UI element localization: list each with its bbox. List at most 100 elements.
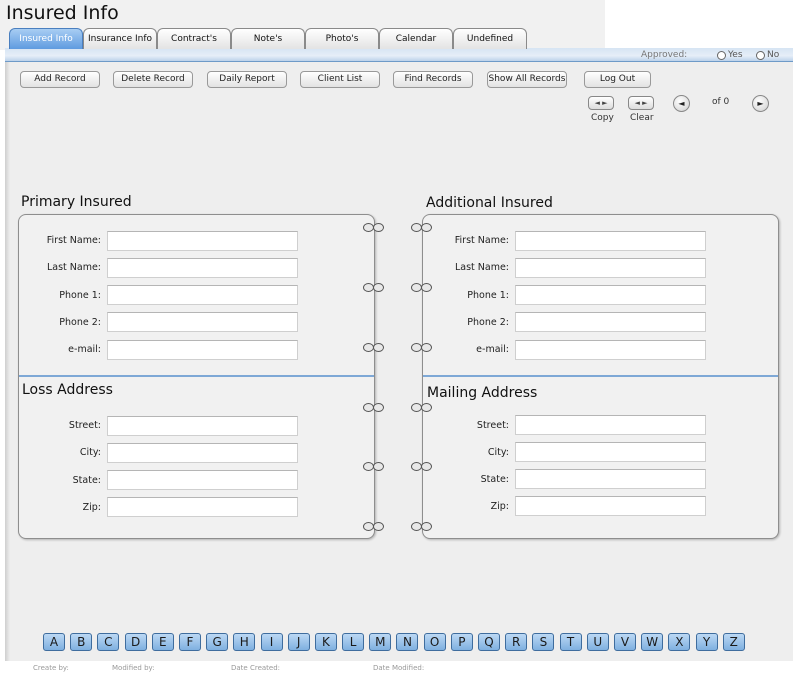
letter-button-f[interactable]: F	[178, 633, 201, 651]
tab-contracts[interactable]: Contract's	[157, 28, 231, 49]
letter-button-i[interactable]: I	[260, 633, 283, 651]
additional-phone2-label: Phone 2:	[467, 317, 509, 328]
date-created-label: Date Created:	[231, 664, 281, 672]
letter-button-n[interactable]: N	[396, 633, 419, 651]
radio-circle-icon	[717, 50, 726, 60]
primary-phone2-label: Phone 2:	[59, 317, 101, 328]
letter-button-u[interactable]: U	[586, 633, 609, 651]
mailing-zip-label: Zip:	[490, 501, 509, 512]
copy-label: Copy	[591, 113, 614, 123]
letter-button-x[interactable]: X	[668, 633, 691, 651]
mailing-city-input[interactable]	[515, 442, 706, 462]
letter-button-z[interactable]: Z	[722, 633, 745, 651]
additional-phone1-input[interactable]	[515, 285, 706, 305]
letter-button-v[interactable]: V	[613, 633, 636, 651]
letter-button-d[interactable]: D	[124, 633, 147, 651]
add-record-button[interactable]: Add Record	[20, 71, 100, 88]
log-out-button[interactable]: Log Out	[584, 71, 651, 88]
daily-report-button[interactable]: Daily Report	[207, 71, 287, 88]
tab-undefined[interactable]: Undefined	[453, 28, 527, 49]
primary-phone1-label: Phone 1:	[59, 290, 101, 301]
alphabet-filter: A B C D E F G H I J K L M N O P Q R S T …	[43, 633, 750, 651]
tab-photos[interactable]: Photo's	[305, 28, 379, 49]
mailing-state-input[interactable]	[515, 469, 706, 489]
date-modified-label: Date Modified:	[373, 664, 425, 672]
additional-last-name-input[interactable]	[515, 258, 706, 278]
letter-button-a[interactable]: A	[43, 633, 65, 651]
letter-button-c[interactable]: C	[97, 633, 120, 651]
client-list-button[interactable]: Client List	[300, 71, 380, 88]
primary-email-label: e-mail:	[68, 344, 101, 355]
letter-button-l[interactable]: L	[342, 633, 365, 651]
clear-arrows-button[interactable]: ◄ ►	[628, 96, 654, 110]
letter-button-q[interactable]: Q	[478, 633, 500, 651]
additional-email-input[interactable]	[515, 340, 706, 360]
loss-city-input[interactable]	[107, 443, 298, 463]
letter-button-e[interactable]: E	[151, 633, 174, 651]
loss-street-label: Street:	[68, 420, 101, 431]
primary-insured-title: Primary Insured	[21, 194, 132, 210]
binder-ring-icon	[363, 462, 385, 471]
letter-button-t[interactable]: T	[559, 633, 582, 651]
letter-button-j[interactable]: J	[287, 633, 310, 651]
letter-button-g[interactable]: G	[206, 633, 229, 651]
tab-notes[interactable]: Note's	[231, 28, 305, 49]
approved-yes-radio[interactable]: Yes	[717, 50, 743, 60]
letter-button-b[interactable]: B	[70, 633, 93, 651]
mailing-street-input[interactable]	[515, 415, 706, 435]
loss-city-label: City:	[79, 447, 101, 458]
loss-state-label: State:	[72, 475, 101, 486]
copy-arrows-button[interactable]: ◄ ►	[588, 96, 614, 110]
radio-circle-icon	[756, 50, 765, 60]
letter-button-s[interactable]: S	[532, 633, 555, 651]
binder-ring-icon	[363, 522, 385, 531]
additional-first-name-input[interactable]	[515, 231, 706, 251]
letter-button-w[interactable]: W	[641, 633, 664, 651]
approved-no-label: No	[767, 50, 780, 60]
loss-state-input[interactable]	[107, 470, 298, 490]
content-left-shadow	[5, 48, 10, 661]
binder-ring-icon	[363, 403, 385, 412]
record-count: of 0	[712, 97, 730, 107]
primary-phone2-input[interactable]	[107, 312, 298, 332]
approved-yes-label: Yes	[728, 50, 743, 60]
letter-button-k[interactable]: K	[314, 633, 337, 651]
additional-phone2-input[interactable]	[515, 312, 706, 332]
primary-email-input[interactable]	[107, 340, 298, 360]
binder-ring-icon	[363, 283, 385, 292]
binder-ring-icon	[363, 343, 385, 352]
letter-button-o[interactable]: O	[423, 633, 446, 651]
binder-ring-icon	[363, 223, 385, 232]
tab-insurance-info[interactable]: Insurance Info	[83, 28, 157, 49]
letter-button-r[interactable]: R	[505, 633, 528, 651]
find-records-button[interactable]: Find Records	[393, 71, 473, 88]
mailing-zip-input[interactable]	[515, 496, 706, 516]
letter-button-h[interactable]: H	[233, 633, 256, 651]
right-panel-divider	[423, 375, 778, 377]
binder-ring-icon	[411, 283, 433, 292]
additional-phone1-label: Phone 1:	[467, 290, 509, 301]
mailing-city-label: City:	[487, 447, 509, 458]
primary-last-name-input[interactable]	[107, 258, 298, 278]
previous-record-button[interactable]: ◄	[673, 95, 690, 112]
loss-zip-label: Zip:	[82, 502, 101, 513]
binder-ring-icon	[411, 223, 433, 232]
primary-first-name-label: First Name:	[46, 235, 101, 246]
app-window: Insured Info Insured Info Insurance Info…	[0, 0, 800, 675]
next-record-button[interactable]: ►	[752, 95, 769, 112]
approved-no-radio[interactable]: No	[756, 50, 779, 60]
tab-insured-info[interactable]: Insured Info	[9, 28, 83, 49]
delete-record-button[interactable]: Delete Record	[113, 71, 193, 88]
letter-button-p[interactable]: P	[450, 633, 473, 651]
mailing-street-label: Street:	[476, 420, 509, 431]
show-all-records-button[interactable]: Show All Records	[487, 71, 567, 88]
primary-first-name-input[interactable]	[107, 231, 298, 251]
created-by-label: Create by:	[33, 664, 69, 672]
loss-zip-input[interactable]	[107, 497, 298, 517]
loss-street-input[interactable]	[107, 416, 298, 436]
approved-label: Approved:	[641, 50, 688, 60]
letter-button-y[interactable]: Y	[695, 633, 718, 651]
letter-button-m[interactable]: M	[369, 633, 392, 651]
tab-calendar[interactable]: Calendar	[379, 28, 453, 49]
primary-phone1-input[interactable]	[107, 285, 298, 305]
